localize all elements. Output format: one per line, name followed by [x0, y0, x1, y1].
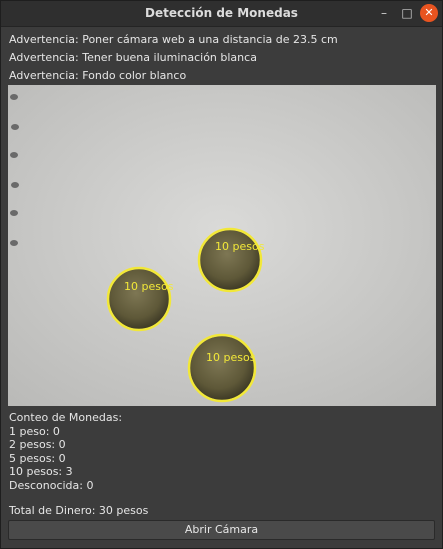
warning-distance: Advertencia: Poner cámara web a una dist… [9, 33, 338, 46]
count-10-pesos: 10 pesos: 3 [9, 465, 73, 479]
count-unknown: Desconocida: 0 [9, 478, 94, 492]
coin-label: 10 pesos [124, 280, 174, 293]
coin-label: 10 pesos [215, 240, 265, 253]
maximize-icon[interactable]: □ [398, 4, 416, 22]
app-window: Detección de Monedas – □ ✕ Advertencia: … [0, 0, 443, 549]
camera-feed: 10 pesos 10 pesos 10 pesos [8, 85, 436, 406]
coin-label: 10 pesos [206, 351, 256, 364]
count-1-peso: 1 peso: 0 [9, 424, 60, 438]
warning-lighting: Advertencia: Tener buena iluminación bla… [9, 51, 257, 64]
title-bar: Detección de Monedas – □ ✕ [1, 1, 442, 27]
camera-frame: 10 pesos 10 pesos 10 pesos [8, 85, 436, 406]
total-money: Total de Dinero: 30 pesos [9, 504, 149, 517]
counts-heading: Conteo de Monedas: [9, 411, 123, 424]
count-2-pesos: 2 pesos: 0 [9, 438, 66, 452]
open-camera-button[interactable]: Abrir Cámara [8, 520, 435, 540]
detected-coin: 10 pesos [187, 333, 257, 403]
close-icon[interactable]: ✕ [420, 4, 438, 22]
warning-background: Advertencia: Fondo color blanco [9, 69, 187, 82]
count-5-pesos: 5 pesos: 0 [9, 451, 66, 465]
minimize-icon[interactable]: – [375, 4, 393, 22]
coin-counts: Conteo de Monedas: 1 peso: 0 2 pesos: 0 … [9, 411, 122, 493]
